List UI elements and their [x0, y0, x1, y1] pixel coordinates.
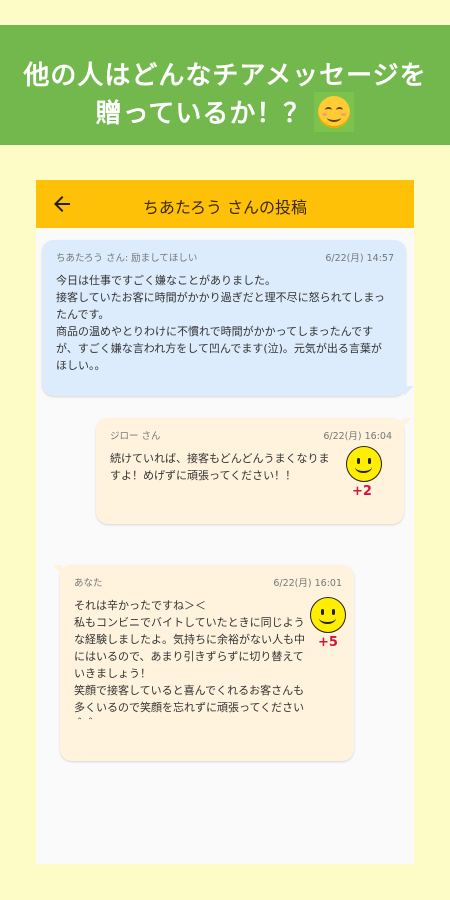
my-reply-bubble: あなた 6/22(月) 16:01 それは辛かったですね＞＜ 私もコンビニでバイ… [52, 565, 354, 761]
app-screen: ちあたろう さんの投稿 ちあたろう さん: 励ましてほしい 6/22(月) 14… [36, 180, 414, 864]
bubble-tail [404, 386, 414, 396]
smiley-cheer-icon[interactable] [346, 446, 382, 482]
reply-bubble: ジロー さん 6/22(月) 16:04 続けていれば、接客もどんどんうまくなり… [96, 418, 412, 524]
reply-body: それは辛かったですね＞＜ 私もコンビニでバイトしていたときに同じような経験しまし… [74, 599, 305, 731]
post-author: ちあたろう さん: 励ましてほしい [56, 253, 198, 264]
bubble-tail [52, 565, 62, 575]
original-post-bubble: ちあたろう さん: 励ましてほしい 6/22(月) 14:57 今日は仕事ですご… [42, 240, 414, 396]
post-body: 今日は仕事ですごく嫌なことがありました。 接客していたお客に時間がかかり過ぎだと… [56, 274, 385, 372]
banner-headline-line1: 他の人はどんなチアメッセージを [23, 61, 427, 91]
app-bar: ちあたろう さんの投稿 [36, 180, 414, 228]
banner-headline-line2: 贈っているか！？ [0, 91, 450, 135]
smiley-cheer-icon[interactable] [310, 597, 346, 633]
reply-author: ジロー さん [110, 431, 161, 442]
bubble-tail [402, 418, 412, 428]
reply-body: 続けていれば、接客もどんどんうまくなりますよ！めげずに頑張ってください！！ [110, 452, 330, 482]
cheer-score: +5 [318, 635, 338, 650]
reply-header: あなた 6/22(月) 16:01 [74, 575, 342, 589]
promo-banner: 他の人はどんなチアメッセージを 贈っているか！？ [0, 25, 450, 145]
reply-date: 6/22(月) 16:01 [273, 578, 342, 589]
reply-header: ジロー さん 6/22(月) 16:04 [110, 428, 392, 442]
post-date: 6/22(月) 14:57 [325, 253, 394, 264]
page-title: ちあたろう さんの投稿 [142, 198, 308, 217]
cheer-score: +2 [352, 484, 372, 499]
reply-author: あなた [74, 578, 103, 589]
banner-headline-line2-text: 贈っているか！？ [95, 99, 311, 129]
smiling-face-icon [314, 91, 355, 132]
post-header: ちあたろう さん: 励ましてほしい 6/22(月) 14:57 [56, 250, 394, 264]
reply-date: 6/22(月) 16:04 [323, 431, 392, 442]
